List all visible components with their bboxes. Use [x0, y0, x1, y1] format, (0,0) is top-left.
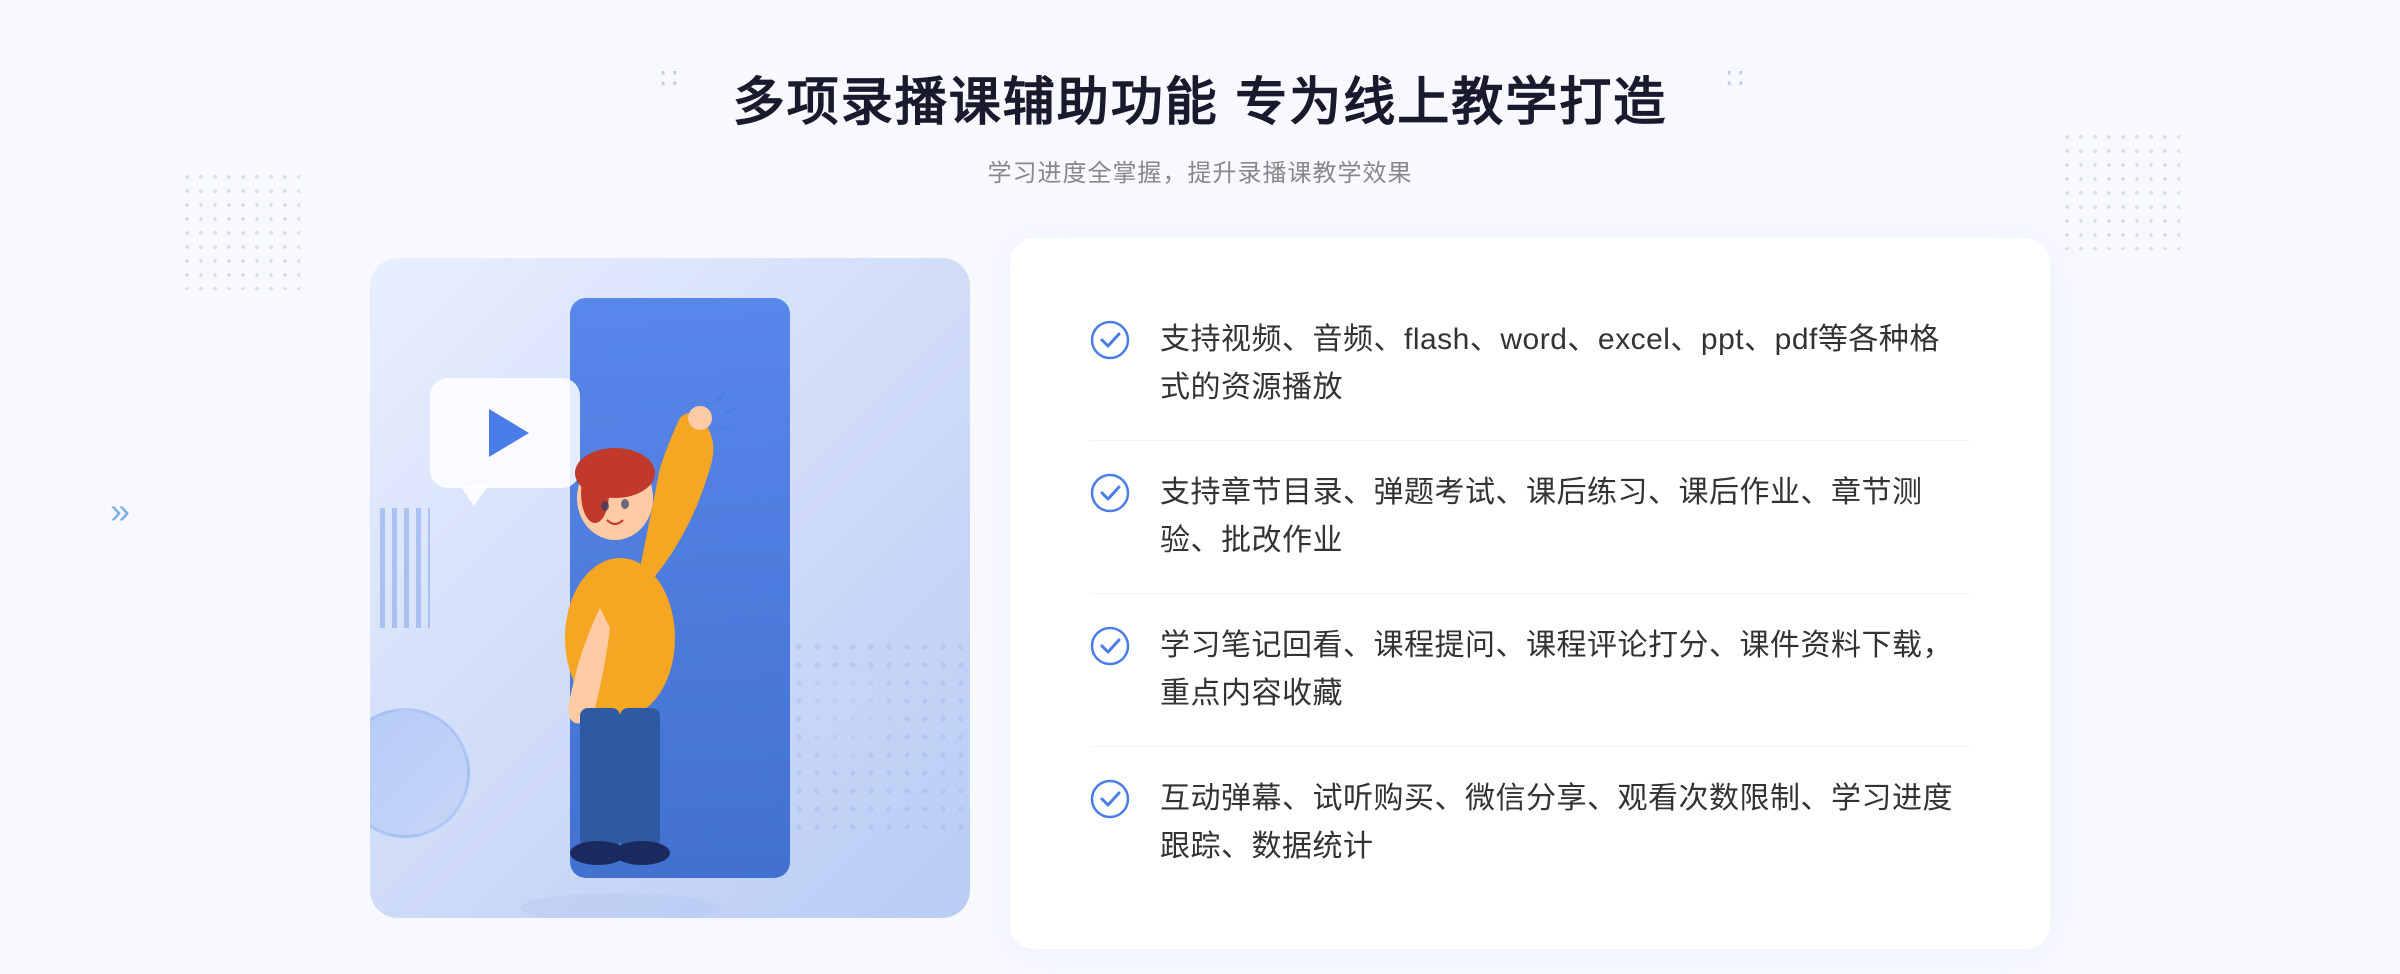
person-illustration — [450, 318, 790, 918]
check-icon-2 — [1090, 473, 1130, 513]
dots-decoration-left — [180, 170, 300, 290]
page-subtitle: 学习进度全掌握，提升录播课教学效果 — [733, 153, 1667, 188]
chevron-right-decoration: ∷ — [1726, 62, 1740, 95]
arrow-chevrons-decoration: » — [110, 490, 130, 532]
illustration-wrapper — [350, 238, 1030, 958]
feature-text-4: 互动弹幕、试听购买、微信分享、观看次数限制、学习进度跟踪、数据统计 — [1160, 775, 1970, 871]
check-icon-4 — [1090, 779, 1130, 819]
feature-text-3: 学习笔记回看、课程提问、课程评论打分、课件资料下载，重点内容收藏 — [1160, 622, 1970, 718]
page-title: 多项录播课辅助功能 专为线上教学打造 — [733, 60, 1667, 135]
check-icon-1 — [1090, 320, 1130, 360]
feature-text-2: 支持章节目录、弹题考试、课后练习、课后作业、章节测验、批改作业 — [1160, 469, 1970, 565]
illustration-background — [370, 258, 970, 918]
feature-item-4: 互动弹幕、试听购买、微信分享、观看次数限制、学习进度跟踪、数据统计 — [1090, 747, 1970, 899]
chevron-left-decoration: ∷ — [660, 62, 674, 95]
check-icon-3 — [1090, 626, 1130, 666]
feature-text-1: 支持视频、音频、flash、word、excel、ppt、pdf等各种格式的资源… — [1160, 316, 1970, 412]
stripes-decoration — [380, 508, 430, 628]
feature-item-3: 学习笔记回看、课程提问、课程评论打分、课件资料下载，重点内容收藏 — [1090, 594, 1970, 747]
feature-item-1: 支持视频、音频、flash、word、excel、ppt、pdf等各种格式的资源… — [1090, 288, 1970, 441]
main-content: 支持视频、音频、flash、word、excel、ppt、pdf等各种格式的资源… — [350, 238, 2050, 958]
page-container: ∷ ∷ » 多项录播课辅助功能 专为线上教学打造 学习进度全掌握，提升录播课教学… — [0, 0, 2400, 974]
circle-decoration-2 — [800, 668, 890, 758]
feature-item-2: 支持章节目录、弹题考试、课后练习、课后作业、章节测验、批改作业 — [1090, 441, 1970, 594]
page-header: 多项录播课辅助功能 专为线上教学打造 学习进度全掌握，提升录播课教学效果 — [733, 60, 1667, 188]
features-panel: 支持视频、音频、flash、word、excel、ppt、pdf等各种格式的资源… — [1010, 238, 2050, 949]
dots-decoration-right — [2060, 130, 2180, 250]
